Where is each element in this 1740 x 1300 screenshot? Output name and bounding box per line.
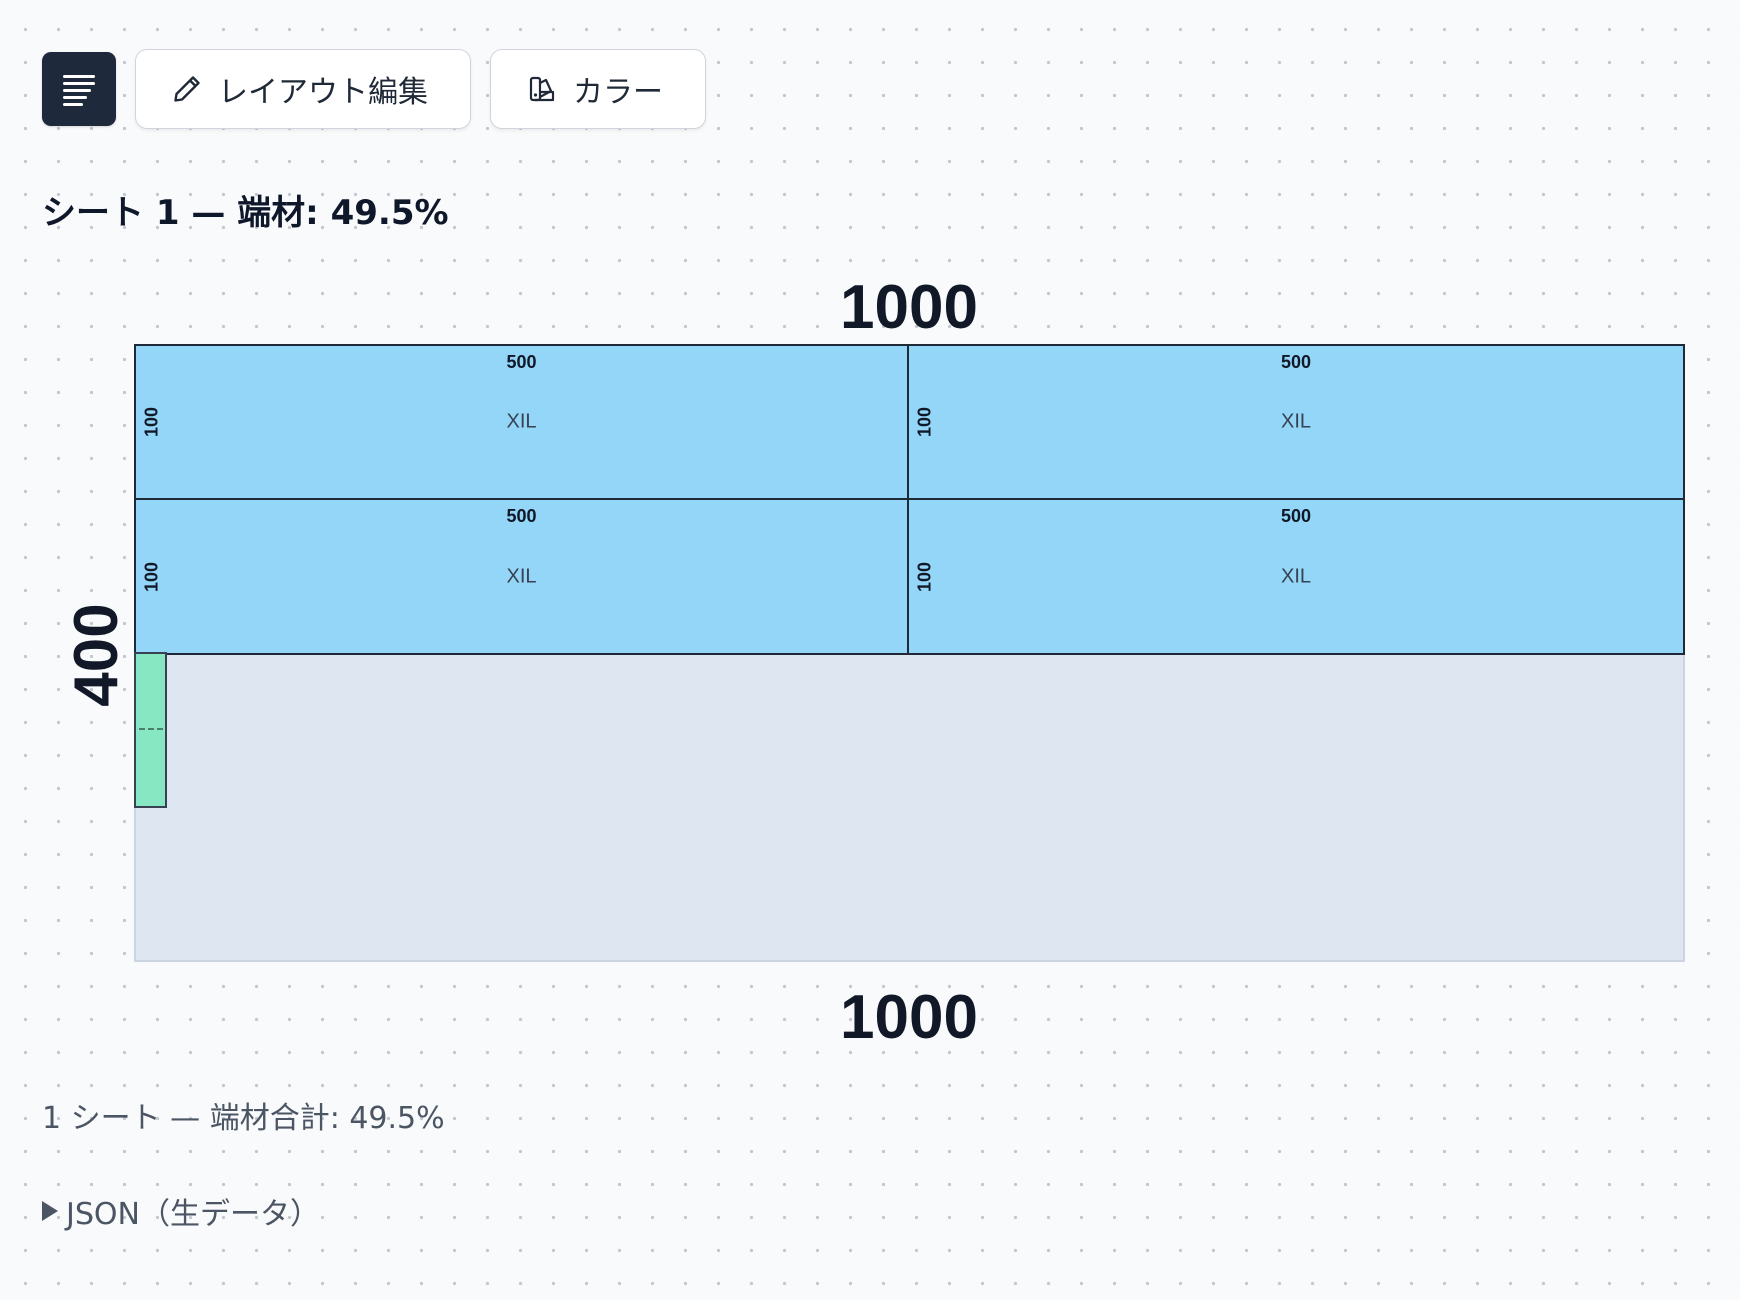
piece[interactable]: 500 100 XIL: [134, 498, 909, 655]
piece-name-label: XIL: [506, 410, 537, 433]
color-label: カラー: [573, 75, 663, 110]
pencil-icon: [174, 76, 200, 102]
piece-width-label: 500: [1280, 352, 1312, 372]
layout-edit-button[interactable]: レイアウト編集: [135, 49, 471, 129]
piece[interactable]: 500 100 XIL: [907, 344, 1685, 500]
menu-lines-icon: [63, 75, 95, 106]
layout-edit-label: レイアウト編集: [218, 75, 428, 110]
piece-width-label: 500: [506, 352, 537, 372]
piece-width-label: 500: [1280, 506, 1312, 526]
piece-name-label: XIL: [1280, 565, 1312, 587]
sheet-width-dimension-top: 1000: [840, 273, 978, 342]
toolbar: レイアウト編集 カラー: [42, 49, 706, 129]
color-button[interactable]: カラー: [490, 49, 706, 129]
small-piece-marker: [139, 728, 163, 730]
json-raw-data-toggle[interactable]: JSON（生データ）: [42, 1189, 320, 1233]
disclosure-triangle-icon: [42, 1201, 58, 1221]
piece-name-label: XIL: [506, 565, 537, 587]
sheet-width-dimension-bottom: 1000: [840, 983, 978, 1052]
sheet-height-dimension: 400: [62, 603, 131, 707]
sheet-title: シート 1 — 端材: 49.5%: [42, 193, 449, 233]
piece[interactable]: 500 100 XIL: [134, 344, 909, 500]
menu-button[interactable]: [42, 52, 116, 126]
piece-name-label: XIL: [1280, 410, 1312, 433]
json-raw-data-label: JSON（生データ）: [66, 1197, 320, 1232]
piece-width-label: 500: [506, 506, 537, 526]
small-piece[interactable]: [134, 652, 167, 808]
piece[interactable]: 500 100 XIL: [907, 498, 1685, 655]
waste-total-summary: 1 シート — 端材合計: 49.5%: [42, 1101, 445, 1136]
palette-icon: [529, 76, 555, 102]
